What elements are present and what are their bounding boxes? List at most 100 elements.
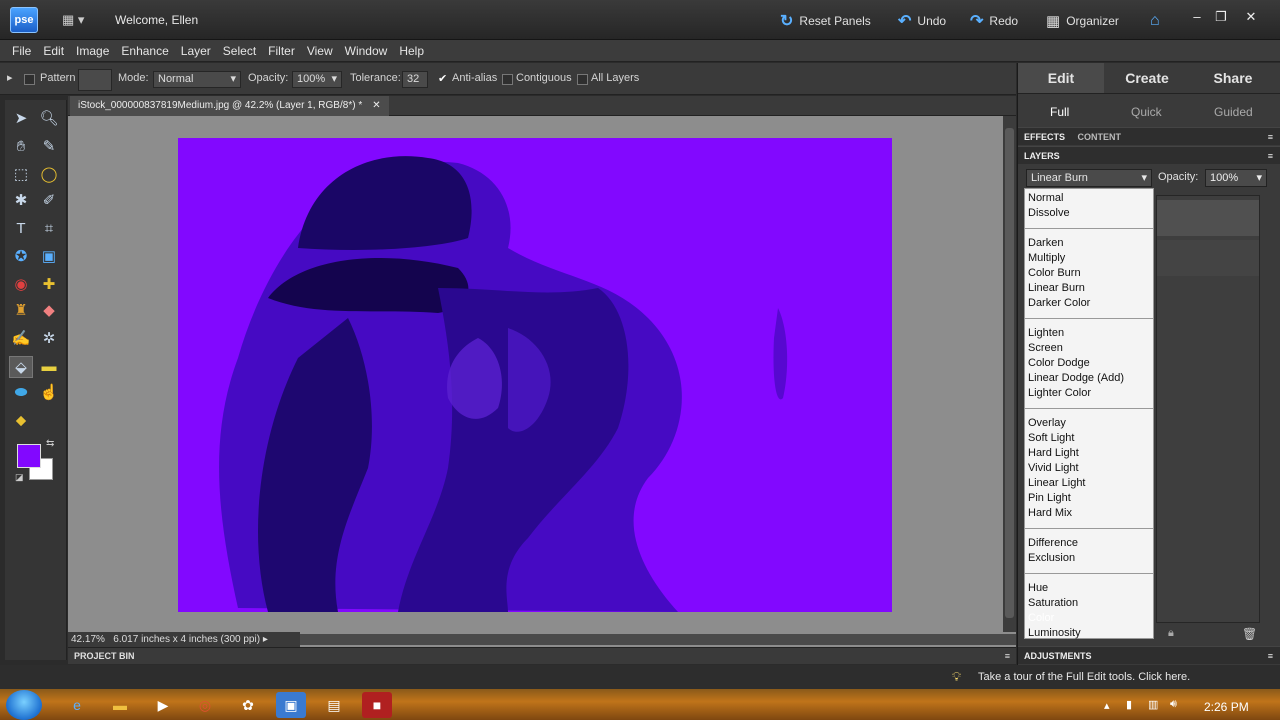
subtab-full[interactable]: Full — [1050, 105, 1069, 119]
menu-help[interactable]: Help — [393, 44, 430, 58]
cookie-cutter-tool-icon[interactable]: ✪ — [9, 246, 33, 268]
blend-option[interactable]: Lighter Color — [1028, 386, 1091, 401]
chrome-icon[interactable]: ◎ — [190, 692, 220, 718]
status-menu-arrow-icon[interactable]: ▸ — [263, 634, 268, 645]
recorder-icon[interactable]: ■ — [362, 692, 392, 718]
lock-icon[interactable]: 🔒︎ — [1168, 627, 1174, 640]
panel-menu-icon[interactable]: ≡ — [1005, 648, 1010, 664]
redo-button[interactable]: ↷ Redo — [970, 12, 1018, 30]
hand-tool-icon[interactable]: ✋︎ — [9, 136, 33, 158]
volume-icon[interactable]: 🔊︎ — [1170, 698, 1177, 711]
layer-row[interactable] — [1157, 240, 1259, 276]
menu-select[interactable]: Select — [217, 44, 262, 58]
blend-option[interactable]: Saturation — [1028, 596, 1078, 611]
media-player-icon[interactable]: ▶ — [148, 692, 178, 718]
panel-menu-icon[interactable]: ≡ — [1268, 147, 1273, 165]
network-icon[interactable]: ▥ — [1148, 698, 1158, 711]
blend-option[interactable]: Luminosity — [1028, 626, 1081, 641]
blend-option[interactable]: Hue — [1028, 581, 1048, 596]
blend-option[interactable]: Screen — [1028, 341, 1063, 356]
blend-option[interactable]: Lighten — [1028, 326, 1064, 341]
brush-tool-icon[interactable]: ✍ — [9, 328, 33, 350]
restore-button[interactable]: ❐ — [1211, 9, 1231, 27]
adjustments-header[interactable]: ADJUSTMENTS ≡ — [1018, 646, 1280, 664]
quick-selection-tool-icon[interactable]: ✐ — [37, 190, 61, 212]
clock[interactable]: 2:26 PM — [1204, 700, 1249, 714]
blend-option[interactable]: Dissolve — [1028, 206, 1070, 221]
menu-window[interactable]: Window — [339, 44, 394, 58]
opacity-field[interactable]: 100% ▾ — [292, 71, 342, 88]
type-tool-icon[interactable]: T — [9, 218, 33, 240]
zoom-level[interactable]: 42.17% — [71, 634, 105, 645]
undo-button[interactable]: ↶ Undo — [898, 12, 946, 30]
tab-edit[interactable]: Edit — [1018, 63, 1104, 93]
organizer-button[interactable]: ▦ Organizer — [1046, 12, 1119, 30]
menu-image[interactable]: Image — [70, 44, 115, 58]
tab-content[interactable]: CONTENT — [1078, 132, 1122, 142]
blend-option[interactable]: Linear Burn — [1028, 281, 1085, 296]
menu-edit[interactable]: Edit — [37, 44, 70, 58]
crop-tool-icon[interactable]: ⌗ — [37, 218, 61, 240]
pattern-picker[interactable] — [78, 69, 112, 91]
blur-tool-icon[interactable]: ☝ — [37, 382, 61, 404]
start-button[interactable] — [6, 690, 42, 720]
paint-bucket-tool-icon[interactable]: ⬙ — [9, 356, 33, 378]
app-icon[interactable]: ▤ — [319, 692, 349, 718]
menu-layer[interactable]: Layer — [175, 44, 217, 58]
magic-wand-tool-icon[interactable]: ✱ — [9, 190, 33, 212]
tray-icon[interactable]: ▮ — [1126, 698, 1132, 711]
blend-option[interactable]: Hard Light — [1028, 446, 1079, 461]
horizontal-scrollbar[interactable] — [300, 634, 1016, 645]
options-arrow-icon[interactable]: ▸ — [7, 71, 13, 84]
vertical-scroll-thumb[interactable] — [1005, 128, 1014, 618]
marquee-tool-icon[interactable]: ⬚ — [9, 164, 33, 186]
menu-enhance[interactable]: Enhance — [115, 44, 174, 58]
panel-menu-icon[interactable]: ≡ — [1268, 128, 1273, 146]
blend-option[interactable]: Pin Light — [1028, 491, 1071, 506]
document-image[interactable] — [178, 138, 892, 612]
zoom-tool-icon[interactable]: 🔍︎ — [37, 108, 61, 130]
document-tab[interactable]: iStock_000000837819Medium.jpg @ 42.2% (L… — [70, 96, 389, 116]
lasso-tool-icon[interactable]: ◯ — [37, 164, 61, 186]
close-tab-icon[interactable]: ✕ — [372, 96, 380, 116]
tab-create[interactable]: Create — [1104, 63, 1190, 93]
layer-opacity-field[interactable]: 100% ▾ — [1205, 169, 1267, 187]
folder-icon[interactable]: ▬ — [105, 692, 135, 718]
panel-menu-icon[interactable]: ≡ — [1268, 647, 1273, 665]
layers-list[interactable] — [1156, 195, 1260, 623]
home-button[interactable]: ⌂ — [1150, 12, 1160, 30]
app-icon[interactable]: ✿ — [233, 692, 263, 718]
project-bin-header[interactable]: PROJECT BIN ≡ — [68, 647, 1016, 664]
minimize-button[interactable]: – — [1187, 9, 1207, 27]
subtab-quick[interactable]: Quick — [1131, 105, 1162, 119]
blend-option[interactable]: Soft Light — [1028, 431, 1074, 446]
tray-chevron-icon[interactable]: ▴ — [1104, 699, 1110, 712]
contiguous-checkbox[interactable] — [502, 74, 513, 85]
blend-option[interactable]: Linear Light — [1028, 476, 1086, 491]
blend-option[interactable]: Color Burn — [1028, 266, 1081, 281]
tab-share[interactable]: Share — [1190, 63, 1276, 93]
default-colors-icon[interactable]: ◪ — [15, 472, 24, 483]
menu-view[interactable]: View — [301, 44, 339, 58]
eraser-tool-icon[interactable]: ◆ — [37, 300, 61, 322]
menu-file[interactable]: File — [6, 44, 37, 58]
pse-taskbar-icon[interactable]: ▣ — [276, 692, 306, 718]
blend-option[interactable]: Color Dodge — [1028, 356, 1090, 371]
menu-filter[interactable]: Filter — [262, 44, 301, 58]
antialias-checkbox[interactable]: ✔ — [438, 72, 447, 85]
tour-hint-link[interactable]: Take a tour of the Full Edit tools. Clic… — [978, 671, 1190, 683]
trash-icon[interactable]: 🗑︎ — [1242, 627, 1257, 641]
workspace-menu-button[interactable]: ▦ ▾ — [62, 12, 96, 28]
gradient-tool-icon[interactable]: ▬ — [37, 356, 61, 378]
blend-option[interactable]: Vivid Light — [1028, 461, 1079, 476]
straighten-tool-icon[interactable]: ▣ — [37, 246, 61, 268]
blend-option[interactable]: Overlay — [1028, 416, 1066, 431]
blend-option[interactable]: Exclusion — [1028, 551, 1075, 566]
blend-option[interactable]: Normal — [1028, 191, 1063, 206]
move-tool-icon[interactable]: ➤ — [9, 108, 33, 130]
blend-option[interactable]: Difference — [1028, 536, 1078, 551]
blend-option[interactable]: Darker Color — [1028, 296, 1090, 311]
pattern-checkbox[interactable] — [24, 74, 35, 85]
swap-colors-icon[interactable]: ⇆ — [46, 438, 54, 449]
mode-select[interactable]: Normal ▾ — [153, 71, 241, 88]
